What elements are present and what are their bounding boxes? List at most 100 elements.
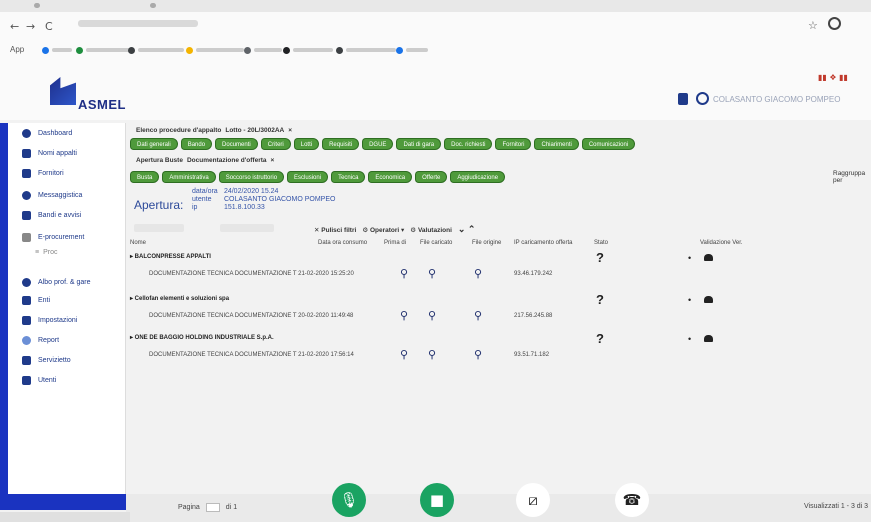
operators-button[interactable]: ⚙ Operatori ▾ <box>362 226 404 234</box>
procedure-step-pill[interactable]: Fornitori <box>495 138 532 150</box>
language-flags-icon[interactable]: ▮▮ ❖ ▮▮ <box>818 73 848 82</box>
procedure-step-pill[interactable]: Criteri <box>260 138 291 150</box>
search-icon[interactable]: ⚲ <box>400 348 408 361</box>
search-icon[interactable]: ⚲ <box>400 309 408 322</box>
sidebar-item-label: Dashboard <box>38 129 73 137</box>
bookmark-item[interactable] <box>336 46 396 54</box>
sidebar-item[interactable]: Messaggistica <box>22 189 82 201</box>
sidebar-item[interactable]: Utenti <box>22 374 56 386</box>
forward-button[interactable]: → <box>26 20 35 33</box>
group-title[interactable]: ▸ ONE DE BAGGIO HOLDING INDUSTRIALE S.p.… <box>130 334 274 341</box>
column-header[interactable]: IP caricamento offerta <box>514 240 572 246</box>
search-icon[interactable]: ⚲ <box>428 309 436 322</box>
column-header[interactable]: Data ora consumo <box>318 240 367 246</box>
envelope-step-pill[interactable]: Soccorso istruttorio <box>218 171 285 183</box>
procedure-step-pill[interactable]: Documenti <box>215 138 258 150</box>
envelope-step-pill[interactable]: Offerte <box>415 171 448 183</box>
search-icon[interactable]: ⚲ <box>428 267 436 280</box>
user-icon[interactable] <box>704 335 713 342</box>
group-title[interactable]: ▸ Cellofan elementi e soluzioni spa <box>130 295 229 302</box>
user-avatar-icon[interactable] <box>696 92 709 105</box>
reload-button[interactable]: C <box>45 20 53 33</box>
bookmark-apps[interactable]: App <box>10 45 24 54</box>
column-header[interactable]: Stato <box>594 240 608 246</box>
sidebar-item[interactable]: Impostazioni <box>22 314 77 326</box>
table-row[interactable]: DOCUMENTAZIONE TECNICA DOCUMENTAZIONE T … <box>149 313 353 319</box>
filter-name-input[interactable] <box>134 224 184 232</box>
sidebar-item[interactable]: Nomi appalti <box>22 147 77 159</box>
procedure-step-pill[interactable]: Dati di gara <box>396 138 442 150</box>
filter-status-input[interactable] <box>220 224 274 232</box>
evaluations-button[interactable]: ⚙ Valutazioni <box>410 226 452 234</box>
user-name[interactable]: COLASANTO GIACOMO POMPEO <box>713 95 840 104</box>
table-row[interactable]: DOCUMENTAZIONE TECNICA DOCUMENTAZIONE T … <box>149 271 354 277</box>
group-title[interactable]: ▸ BALCONPRESSE APPALTI <box>130 253 211 260</box>
close-tab-icon[interactable]: × <box>288 127 292 134</box>
sidebar-item[interactable]: Servizietto <box>22 354 71 366</box>
procedure-step-pill[interactable]: Bando <box>180 138 213 150</box>
address-bar[interactable] <box>78 20 198 27</box>
microphone-button[interactable]: 🎙 <box>332 483 366 517</box>
procedure-step-pill[interactable]: Chiarimenti <box>534 138 579 150</box>
sidebar-item[interactable]: Bandi e avvisi <box>22 209 81 221</box>
tab-documentazione-offerta[interactable]: Documentazione d'offerta <box>187 157 267 164</box>
column-header[interactable]: File origine <box>472 240 501 246</box>
page-input[interactable] <box>205 503 220 512</box>
end-call-button[interactable]: ☎ <box>615 483 649 517</box>
profile-icon[interactable] <box>828 17 841 30</box>
envelope-step-pill[interactable]: Esclusioni <box>287 171 329 183</box>
search-icon[interactable]: ⚲ <box>474 267 482 280</box>
user-icon[interactable] <box>704 254 713 261</box>
column-header[interactable]: Validazione Ver. <box>700 240 743 246</box>
procedure-step-pill[interactable]: Dati generali <box>130 138 178 150</box>
notifications-icon[interactable] <box>678 93 688 105</box>
sidebar-subitem[interactable]: ≡ Proc <box>35 249 58 256</box>
envelope-step-pill[interactable]: Aggiudicazione <box>450 171 506 183</box>
bookmark-item[interactable] <box>396 46 428 54</box>
close-tab-icon[interactable]: × <box>271 157 275 164</box>
book-icon <box>22 277 31 287</box>
table-row[interactable]: DOCUMENTAZIONE TECNICA DOCUMENTAZIONE T … <box>149 352 354 358</box>
sidebar-item[interactable]: Dashboard <box>22 127 72 139</box>
user-icon[interactable] <box>704 296 713 303</box>
procedure-step-pill[interactable]: Requisiti <box>322 138 360 150</box>
procedure-step-pill[interactable]: Lotti <box>293 138 320 150</box>
envelope-step-pill[interactable]: Economica <box>368 171 413 183</box>
procedure-step-pill[interactable]: DGUE <box>362 138 394 150</box>
procedure-step-pill[interactable]: Doc. richiesti <box>444 138 493 150</box>
bookmark-item[interactable] <box>186 46 244 54</box>
envelope-step-pill[interactable]: Tecnica <box>331 171 366 183</box>
bookmark-item[interactable] <box>128 46 184 54</box>
tab-lotto[interactable]: Lotto - 20L/3002AA <box>225 127 284 134</box>
camera-icon: ■ <box>429 491 445 509</box>
search-icon[interactable]: ⚲ <box>474 348 482 361</box>
camera-button[interactable]: ■ <box>420 483 454 517</box>
sidebar-item[interactable]: Enti <box>22 294 50 306</box>
group-by-dropdown[interactable]: Raggruppa per <box>833 170 871 184</box>
expand-icon[interactable]: ⌄ ⌃ <box>458 224 476 235</box>
sidebar-item[interactable]: E-procurement <box>22 231 84 243</box>
search-icon[interactable]: ⚲ <box>400 267 408 280</box>
column-header[interactable]: Prima di <box>384 240 406 246</box>
sidebar-collapse-bar[interactable] <box>8 494 126 510</box>
bookmark-item[interactable] <box>76 46 130 54</box>
sidebar-item[interactable]: Albo prof. & gare <box>22 276 91 288</box>
sidebar-item[interactable]: Report <box>22 334 59 346</box>
bookmark-star-icon[interactable]: ☆ <box>808 19 818 32</box>
search-icon[interactable]: ⚲ <box>474 309 482 322</box>
bookmark-item[interactable] <box>283 46 333 54</box>
column-header[interactable]: File caricato <box>420 240 452 246</box>
search-icon[interactable]: ⚲ <box>428 348 436 361</box>
clear-filters-button[interactable]: ✕ Pulisci filtri <box>314 226 356 234</box>
screen-share-button[interactable]: ⧄ <box>516 483 550 517</box>
back-button[interactable]: ← <box>10 20 19 33</box>
tab-apertura-buste[interactable]: Apertura Buste <box>136 157 183 164</box>
tab-procedure-list[interactable]: Elenco procedure d'appalto <box>136 127 221 134</box>
bookmark-item[interactable] <box>244 46 282 54</box>
bookmark-item[interactable] <box>42 46 72 54</box>
column-header[interactable]: Nome <box>130 240 146 246</box>
procedure-step-pill[interactable]: Comunicazioni <box>581 138 636 150</box>
envelope-step-pill[interactable]: Busta <box>130 171 160 183</box>
sidebar-item[interactable]: Fornitori <box>22 167 64 179</box>
envelope-step-pill[interactable]: Amministrativa <box>162 171 216 183</box>
